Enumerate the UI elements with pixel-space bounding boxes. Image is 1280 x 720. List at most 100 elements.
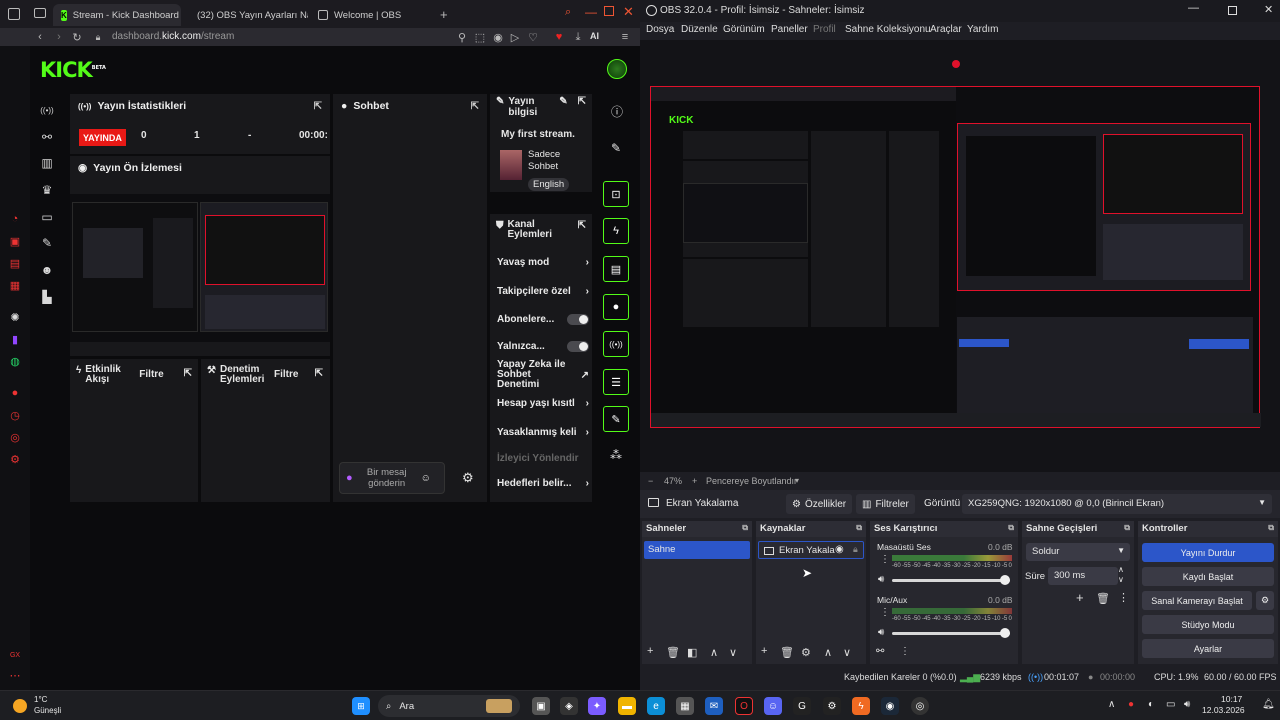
opera-gx-icon[interactable]: O	[735, 697, 753, 715]
add-icon[interactable]: +	[647, 645, 653, 657]
menu-docks[interactable]: Paneller	[771, 24, 808, 35]
eye-icon[interactable]: ◉	[835, 544, 844, 555]
close-icon[interactable]: ✕	[623, 4, 634, 20]
virtual-camera-settings-button[interactable]: ⚙	[1256, 591, 1274, 610]
chevron-up-icon[interactable]: ∧	[1118, 565, 1124, 574]
action-set-goals[interactable]: Hedefleri belir... ›	[497, 478, 589, 489]
taskbar-search[interactable]: ⌕ Ara	[378, 695, 520, 717]
move-down-icon[interactable]: ∨	[843, 646, 851, 659]
menu-icon[interactable]	[8, 8, 20, 20]
kick-logo[interactable]: KICKBETA	[40, 58, 106, 82]
gx-corner-icon[interactable]: ▤	[8, 256, 22, 270]
chat-button[interactable]: ●	[603, 294, 629, 320]
chevron-down-icon[interactable]: ∨	[1118, 575, 1124, 584]
trash-icon[interactable]: 🗑︎	[666, 646, 680, 659]
store-icon[interactable]: ▦	[676, 697, 694, 715]
popout-icon[interactable]: ⇱	[471, 101, 479, 112]
gear-icon[interactable]: ⚙	[801, 646, 811, 659]
action-emotes-only[interactable]: Yalnızca...	[497, 341, 589, 352]
network-icon[interactable]: ▭	[1166, 699, 1175, 710]
whatsapp-icon[interactable]: ◍	[8, 354, 22, 368]
aria-icon[interactable]: ◔	[8, 212, 22, 226]
source-item[interactable]: Ekran Yakala ◉ 🔒︎	[758, 541, 864, 559]
rotation-handle[interactable]	[952, 60, 960, 68]
popout-icon[interactable]: ⇱	[578, 220, 586, 231]
filters-button[interactable]: ▥ Filtreler	[856, 494, 915, 514]
link-icon[interactable]: ⚯	[876, 646, 884, 657]
edge-icon[interactable]: e	[647, 697, 665, 715]
back-icon[interactable]: ‹	[33, 30, 47, 44]
sun-icon[interactable]	[13, 699, 27, 713]
edit-icon[interactable]: ✎	[559, 96, 567, 107]
menu-scene-collection[interactable]: Sahne Koleksiyonu	[845, 24, 931, 35]
undock-icon[interactable]: ⧉	[1008, 523, 1014, 533]
kebab-icon[interactable]: ⋮	[880, 607, 890, 618]
action-subscribers-only[interactable]: Abonelere...	[497, 314, 589, 325]
menu-profile[interactable]: Profil	[813, 24, 836, 35]
payouts-nav-icon[interactable]: ▙	[38, 288, 56, 306]
camera-icon[interactable]: ◉	[491, 30, 505, 44]
undock-icon[interactable]: ⧉	[1268, 523, 1274, 533]
action-banned-words[interactable]: Yasaklanmış keli ›	[497, 427, 589, 438]
menu-file[interactable]: Dosya	[646, 24, 674, 35]
popout-icon[interactable]: ⇱	[314, 101, 322, 112]
chat-input[interactable]: ● Bir mesaj gönderin ☺	[339, 462, 445, 494]
action-ai-moderation[interactable]: Yapay Zeka ile Sohbet Denetimi ↗	[497, 360, 589, 390]
speaker-icon[interactable]: 🔊︎	[878, 574, 884, 585]
moderation-button[interactable]: ☰	[603, 369, 629, 395]
steam-icon[interactable]: ◉	[881, 697, 899, 715]
settings-app-icon[interactable]: ⚙	[823, 697, 841, 715]
twitch-icon[interactable]: ▮	[8, 332, 22, 346]
edit-info-icon[interactable]: ✎	[611, 141, 621, 155]
screen-capture-source[interactable]: KICK	[650, 86, 1261, 428]
menu-view[interactable]: Görünüm	[723, 24, 765, 35]
popout-icon[interactable]: ⇱	[184, 368, 192, 379]
tools-button[interactable]: ✎	[603, 406, 629, 432]
obs-preview[interactable]: KICK	[640, 40, 1280, 472]
kebab-icon[interactable]: ⋮	[880, 554, 890, 565]
minimize-icon[interactable]: —	[1188, 2, 1199, 14]
settings-icon[interactable]: ⚙	[8, 452, 22, 466]
move-down-icon[interactable]: ∨	[729, 646, 737, 659]
lock-icon[interactable]: 🔒︎	[853, 544, 858, 555]
vpn-icon[interactable]: ♥	[550, 30, 568, 44]
notifications-icon[interactable]: 🔔︎	[1262, 699, 1275, 710]
popout-icon[interactable]: ⇱	[315, 368, 323, 379]
layout-icon[interactable]: ⁂	[610, 448, 622, 462]
undock-icon[interactable]: ⧉	[1124, 523, 1130, 533]
menu-edit[interactable]: Düzenle	[681, 24, 718, 35]
forward-icon[interactable]: ›	[52, 30, 66, 44]
properties-button[interactable]: ⚙ Özellikler	[786, 494, 853, 514]
speaker-icon[interactable]: 🔊︎	[878, 627, 884, 638]
pin-icon[interactable]: ⚲	[455, 30, 469, 44]
zoom-in-icon[interactable]: +	[692, 476, 697, 486]
add-icon[interactable]: +	[761, 645, 767, 657]
chatgpt-icon[interactable]: ✺	[8, 310, 22, 324]
obs-taskbar-icon[interactable]: ◎	[911, 697, 929, 715]
subscribers-toggle[interactable]	[567, 314, 589, 325]
undock-icon[interactable]: ⧉	[856, 523, 862, 533]
extensions-icon[interactable]: ◎	[8, 430, 22, 444]
duration-input[interactable]: 300 ms	[1048, 567, 1118, 585]
player-icon[interactable]: ●	[8, 386, 22, 400]
notes-button[interactable]: ▤	[603, 256, 629, 282]
action-slow-mode[interactable]: Yavaş mod ›	[497, 257, 589, 268]
search-tabs-icon[interactable]: ⌕	[565, 6, 571, 19]
steelseries-icon[interactable]: G	[793, 697, 811, 715]
activity-filter-button[interactable]: Filtre	[139, 369, 163, 380]
raid-button[interactable]: ϟ	[603, 218, 629, 244]
trophy-nav-icon[interactable]: ♛	[38, 181, 56, 199]
file-explorer-icon[interactable]: ▬	[618, 697, 636, 715]
discord-icon[interactable]: ☺	[764, 697, 782, 715]
chevron-up-icon[interactable]: ∧	[1108, 699, 1115, 710]
analytics-nav-icon[interactable]: ▥	[38, 154, 56, 172]
popout-icon[interactable]: ⇱	[578, 96, 586, 107]
maximize-icon[interactable]	[1228, 6, 1237, 15]
tray-icon[interactable]: ◐	[1148, 699, 1154, 710]
trash-icon[interactable]: 🗑︎	[780, 646, 794, 659]
reload-icon[interactable]: ↻	[70, 30, 84, 44]
emoji-icon[interactable]: ☺	[421, 473, 431, 484]
tab-overview-icon[interactable]	[34, 8, 46, 18]
volume-slider-thumb[interactable]	[1000, 628, 1010, 638]
ai-app-icon[interactable]: ✦	[588, 697, 606, 715]
